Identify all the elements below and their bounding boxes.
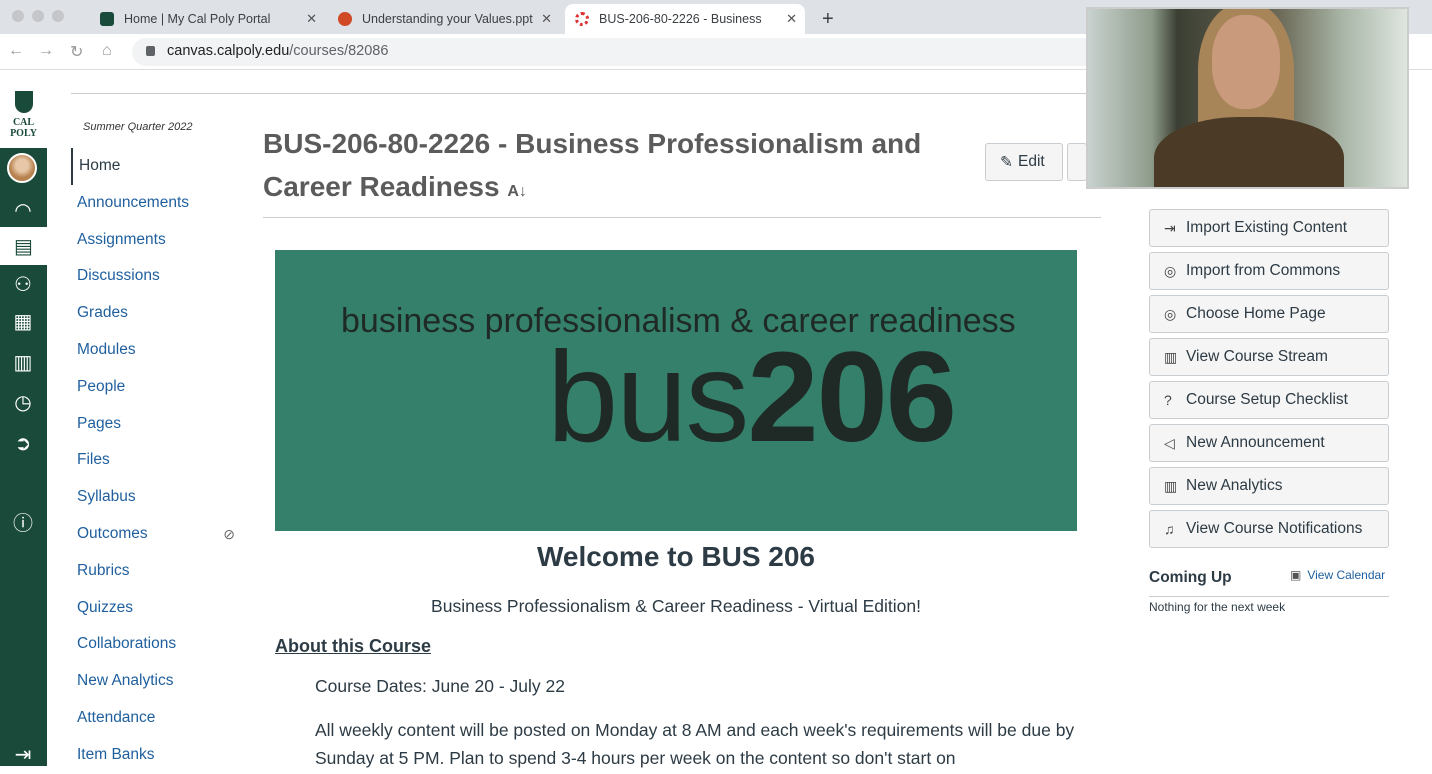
more-options-button[interactable]: ⋮ xyxy=(1067,143,1097,181)
cal-poly-shield-icon xyxy=(100,12,114,26)
course-nav-announcements[interactable]: Announcements xyxy=(71,185,241,222)
close-tab-icon[interactable]: ✕ xyxy=(786,11,797,27)
course-nav-assignments[interactable]: Assignments xyxy=(71,222,241,259)
page-title: BUS-206-80-2226 - Business Professionali… xyxy=(263,128,922,202)
logout-icon[interactable]: ➲ xyxy=(6,428,40,458)
reload-icon[interactable]: ↻ xyxy=(70,42,83,62)
course-nav-collaborations[interactable]: Collaborations xyxy=(71,626,241,663)
window-controls[interactable] xyxy=(12,10,64,22)
question-icon: ? xyxy=(1164,392,1172,408)
welcome-heading: Welcome to BUS 206 xyxy=(536,541,816,572)
view-course-stream-button[interactable]: ▥ View Course Stream xyxy=(1149,338,1389,376)
new-tab-button[interactable]: + xyxy=(812,4,844,34)
global-nav: CAL POLY ◠ ▤ ⚇ ▦ ▥ ◷ ➲ ⓘ ⇥ xyxy=(0,71,47,766)
course-nav-rubrics[interactable]: Rubrics xyxy=(71,553,241,590)
video-call-overlay[interactable] xyxy=(1086,7,1409,189)
lock-icon xyxy=(146,46,155,56)
course-nav-home[interactable]: Home xyxy=(71,148,241,185)
groups-icon[interactable]: ⚇ xyxy=(6,269,40,299)
help-icon[interactable]: ⓘ xyxy=(6,506,40,536)
cal-poly-logo[interactable]: CAL POLY xyxy=(0,71,47,148)
course-nav-pages[interactable]: Pages xyxy=(71,406,241,443)
target-icon: ◎ xyxy=(1164,305,1177,322)
divider xyxy=(263,217,1101,218)
course-setup-checklist-button[interactable]: ? Course Setup Checklist xyxy=(1149,381,1389,419)
course-nav-outcomes[interactable]: Outcomes ⊘ xyxy=(71,516,241,553)
about-heading: About this Course xyxy=(275,636,431,656)
powerpoint-icon xyxy=(338,12,352,26)
course-nav: Home Announcements Assignments Discussio… xyxy=(71,148,241,774)
dashboard-icon[interactable]: ◠ xyxy=(6,195,40,225)
inbox-icon[interactable]: ▥ xyxy=(6,347,40,377)
commons-icon: ◎ xyxy=(1164,262,1177,279)
course-nav-syllabus[interactable]: Syllabus xyxy=(71,479,241,516)
course-nav-files[interactable]: Files xyxy=(71,442,241,479)
close-tab-icon[interactable]: ✕ xyxy=(541,11,552,27)
bell-icon: ♫ xyxy=(1164,521,1175,537)
history-icon[interactable]: ◷ xyxy=(6,387,40,417)
new-announcement-button[interactable]: ◁ New Announcement xyxy=(1149,424,1389,462)
collapse-nav-icon[interactable]: ⇥ xyxy=(6,739,40,769)
course-banner-image: business professionalism & career readin… xyxy=(275,250,1077,531)
import-from-commons-button[interactable]: ◎ Import from Commons xyxy=(1149,252,1389,290)
pencil-icon: ✎ xyxy=(1000,153,1013,171)
tagline: Business Professionalism & Career Readin… xyxy=(431,596,921,616)
choose-home-page-button[interactable]: ◎ Choose Home Page xyxy=(1149,295,1389,333)
view-course-notifications-button[interactable]: ♫ View Course Notifications xyxy=(1149,510,1389,548)
close-tab-icon[interactable]: ✕ xyxy=(306,11,317,27)
megaphone-icon: ◁ xyxy=(1164,434,1175,451)
url-input[interactable]: canvas.calpoly.edu/courses/82086 xyxy=(132,38,1132,66)
course-nav-grades[interactable]: Grades xyxy=(71,295,241,332)
view-calendar-link[interactable]: ▣ View Calendar xyxy=(1290,568,1385,582)
course-nav-new-analytics[interactable]: New Analytics xyxy=(71,663,241,700)
course-nav-item-banks[interactable]: Item Banks xyxy=(71,737,241,774)
divider xyxy=(71,93,1101,94)
coming-up-heading: Coming Up xyxy=(1149,569,1232,586)
course-nav-people[interactable]: People xyxy=(71,369,241,406)
course-nav-modules[interactable]: Modules xyxy=(71,332,241,369)
translate-icon[interactable]: A↓ xyxy=(507,183,527,200)
term-label: Summer Quarter 2022 xyxy=(83,121,193,133)
course-nav-attendance[interactable]: Attendance xyxy=(71,700,241,737)
course-description: All weekly content will be posted on Mon… xyxy=(315,720,1075,768)
back-icon[interactable]: ← xyxy=(8,42,24,60)
divider xyxy=(1149,596,1389,597)
new-analytics-button[interactable]: ▥ New Analytics xyxy=(1149,467,1389,505)
course-nav-quizzes[interactable]: Quizzes xyxy=(71,590,241,627)
stream-chart-icon: ▥ xyxy=(1164,348,1178,365)
coming-up-empty: Nothing for the next week xyxy=(1149,600,1286,614)
forward-icon[interactable]: → xyxy=(38,42,54,60)
import-existing-content-button[interactable]: ⇥ Import Existing Content xyxy=(1149,209,1389,247)
canvas-icon xyxy=(575,12,589,26)
home-icon[interactable]: ⌂ xyxy=(102,42,112,60)
calendar-icon: ▣ xyxy=(1290,568,1302,582)
course-nav-discussions[interactable]: Discussions xyxy=(71,258,241,295)
calendar-icon[interactable]: ▦ xyxy=(6,306,40,336)
analytics-icon: ▥ xyxy=(1164,477,1178,494)
tab-course[interactable]: BUS-206-80-2226 - Business ✕ xyxy=(565,4,805,34)
courses-icon[interactable]: ▤ xyxy=(0,227,47,265)
edit-button[interactable]: ✎ Edit xyxy=(985,143,1063,181)
tab-values[interactable]: Understanding your Values.ppt ✕ xyxy=(328,4,560,34)
tab-portal[interactable]: Home | My Cal Poly Portal ✕ xyxy=(90,4,325,34)
account-avatar[interactable] xyxy=(7,153,37,183)
course-dates: Course Dates: June 20 - July 22 xyxy=(315,676,565,696)
hidden-eye-icon: ⊘ xyxy=(223,525,235,542)
import-icon: ⇥ xyxy=(1164,219,1176,236)
